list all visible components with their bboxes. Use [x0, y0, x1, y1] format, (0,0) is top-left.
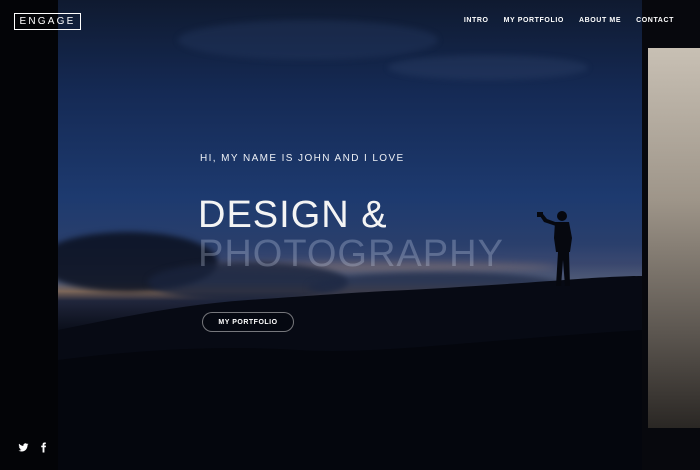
hero-title-line-2: PHOTOGRAPHY: [198, 233, 504, 275]
nav-item-about-me[interactable]: ABOUT ME: [579, 17, 621, 24]
photographer-silhouette: [537, 211, 572, 286]
facebook-icon[interactable]: [38, 442, 49, 453]
nav-item-my-portfolio[interactable]: MY PORTFOLIO: [504, 17, 564, 24]
hero-title-line-1: DESIGN &: [198, 194, 388, 236]
nav-item-intro[interactable]: INTRO: [464, 17, 489, 24]
my-portfolio-button[interactable]: MY PORTFOLIO: [202, 312, 294, 332]
nav-item-contact[interactable]: CONTACT: [636, 17, 674, 24]
brand-logo[interactable]: ENGAGE: [14, 13, 81, 30]
social-links: [18, 442, 49, 453]
next-slide-preview: [648, 48, 700, 428]
hero-intro-text: HI, MY NAME IS JOHN AND I LOVE: [200, 153, 405, 164]
background-left-panel: [0, 0, 58, 470]
twitter-icon[interactable]: [18, 442, 29, 453]
main-nav: INTRO MY PORTFOLIO ABOUT ME CONTACT: [464, 17, 674, 24]
